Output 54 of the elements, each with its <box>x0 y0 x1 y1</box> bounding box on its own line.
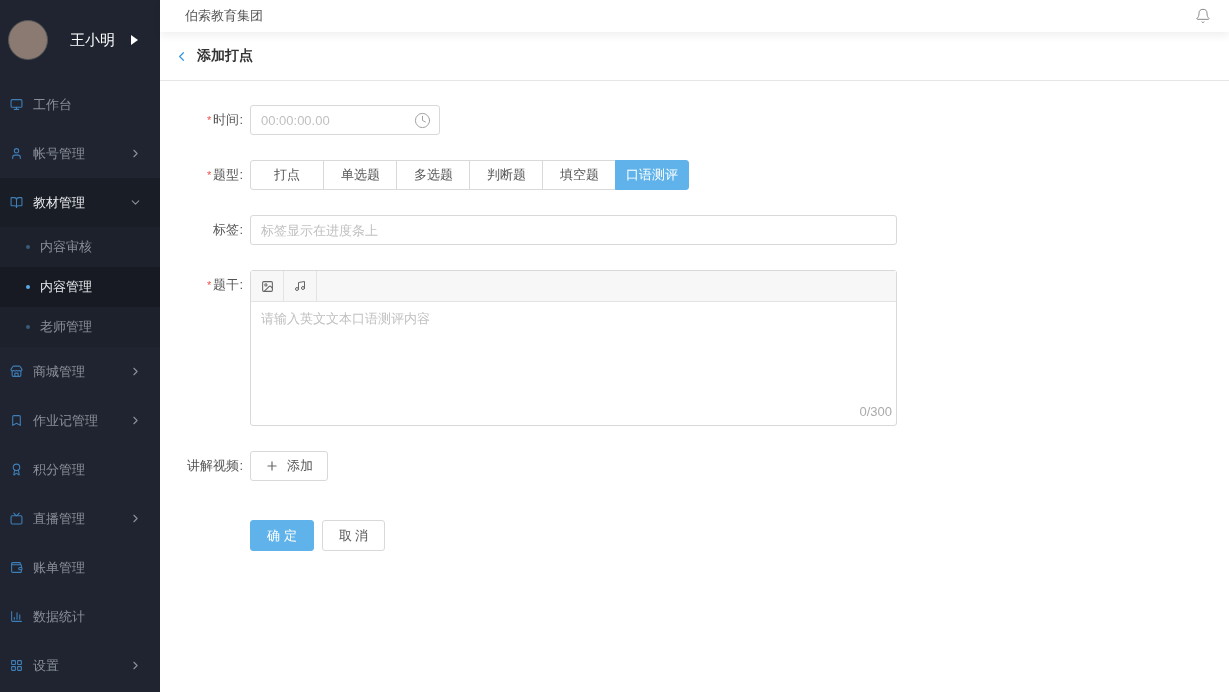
required-mark: * <box>207 169 212 181</box>
grid-icon <box>10 659 23 672</box>
user-name[interactable]: 王小明 <box>70 30 115 50</box>
type-option[interactable]: 多选题 <box>396 160 470 190</box>
menu-item[interactable]: 直播管理 <box>0 494 160 543</box>
field-label: 讲解视频: <box>187 457 243 475</box>
time-field[interactable]: 00:00:00.00 <box>250 105 440 135</box>
clock-icon[interactable] <box>414 111 431 129</box>
bookmark-icon <box>10 414 23 427</box>
award-icon <box>10 463 23 476</box>
submenu-item[interactable]: 内容审核 <box>0 227 160 267</box>
add-button[interactable]: 添加 <box>250 451 328 481</box>
menu-item[interactable]: 教材管理 <box>0 178 160 227</box>
required-mark: * <box>207 114 212 126</box>
tag-field[interactable]: 标签显示在进度条上 <box>250 215 897 245</box>
menu-item[interactable]: 设置 <box>0 641 160 690</box>
field-label: 时间: <box>213 111 243 129</box>
tag-input[interactable]: 标签显示在进度条上 <box>259 221 888 239</box>
organization-name: 伯索教育集团 <box>185 7 263 25</box>
plus-icon <box>265 459 279 473</box>
menu-item[interactable]: 账单管理 <box>0 543 160 592</box>
avatar <box>8 20 48 60</box>
menu-item[interactable]: 工作台 <box>0 80 160 129</box>
character-counter: 0/300 <box>859 404 893 421</box>
field-label: 标签: <box>213 221 243 239</box>
menu-item[interactable]: 数据统计 <box>0 592 160 641</box>
bar-chart-icon <box>10 610 23 623</box>
bullet-icon <box>26 245 30 249</box>
submenu-item[interactable]: 老师管理 <box>0 307 160 347</box>
wallet-icon <box>10 561 23 574</box>
menu-item[interactable]: 商城管理 <box>0 347 160 396</box>
bullet-icon <box>26 285 30 289</box>
type-option[interactable]: 打点 <box>250 160 324 190</box>
menu-item[interactable]: 积分管理 <box>0 445 160 494</box>
field-label: 题干: <box>213 276 243 294</box>
type-option[interactable]: 判断题 <box>469 160 543 190</box>
bell-icon[interactable] <box>1195 8 1211 24</box>
page-title: 添加打点 <box>197 47 253 65</box>
field-label: 题型: <box>213 166 243 184</box>
bullet-icon <box>26 325 30 329</box>
type-option[interactable]: 单选题 <box>323 160 397 190</box>
time-input[interactable]: 00:00:00.00 <box>259 111 414 129</box>
type-option[interactable]: 填空题 <box>542 160 616 190</box>
store-icon <box>10 365 23 378</box>
menu-item[interactable]: 帐号管理 <box>0 129 160 178</box>
cancel-button[interactable]: 取 消 <box>322 520 385 551</box>
book-icon <box>10 196 23 209</box>
submenu-item[interactable]: 内容管理 <box>0 267 160 307</box>
monitor-icon <box>10 98 23 111</box>
tv-icon <box>10 512 23 525</box>
caret-icon[interactable] <box>131 35 138 45</box>
menu-item[interactable]: 作业记管理 <box>0 396 160 445</box>
required-mark: * <box>207 279 212 291</box>
user-icon <box>10 147 23 160</box>
